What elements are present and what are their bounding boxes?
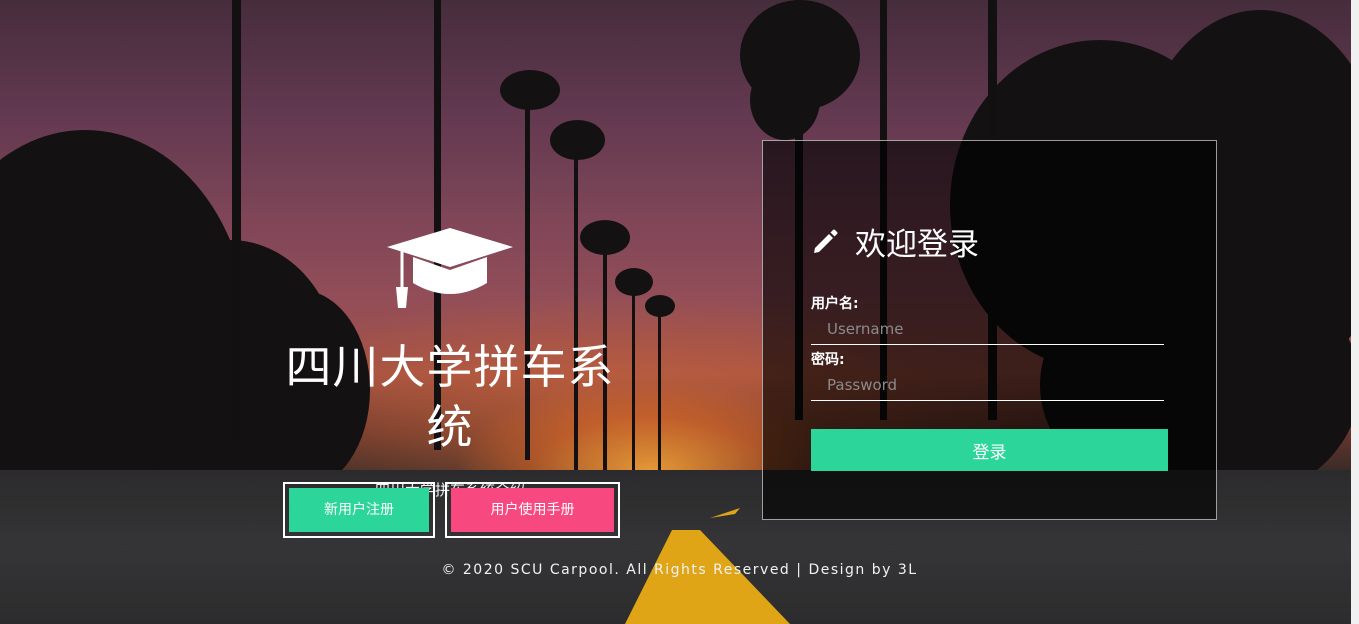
brand-hero: 四川大学拼车系统 四川大学拼车系统介绍 (270, 225, 630, 500)
copyright-text: © 2020 SCU Carpool. All Rights Reserved … (441, 562, 918, 578)
password-input[interactable] (811, 369, 1164, 401)
user-manual-button[interactable]: 用户使用手册 (445, 482, 620, 538)
graduation-cap-icon (387, 228, 513, 308)
password-label: 密码: (811, 352, 845, 368)
page-title: 四川大学拼车系统 (285, 340, 615, 454)
login-button[interactable]: 登录 (811, 429, 1168, 471)
login-panel: 欢迎登录 用户名: 密码: 登录 (762, 140, 1217, 520)
login-title: 欢迎登录 (855, 227, 979, 263)
register-button-label: 新用户注册 (289, 488, 429, 532)
password-field: 密码: (811, 349, 1164, 401)
username-label: 用户名: (811, 296, 859, 312)
pencil-icon (814, 229, 838, 253)
hero-buttons: 新用户注册 用户使用手册 (283, 482, 620, 538)
register-button[interactable]: 新用户注册 (283, 482, 435, 538)
page-scrollbar[interactable] (1351, 0, 1359, 624)
user-manual-button-label: 用户使用手册 (451, 488, 614, 532)
username-field: 用户名: (811, 293, 1164, 345)
footer: © 2020 SCU Carpool. All Rights Reserved … (0, 562, 1359, 578)
username-input[interactable] (811, 313, 1164, 345)
login-header: 欢迎登录 (811, 219, 979, 264)
